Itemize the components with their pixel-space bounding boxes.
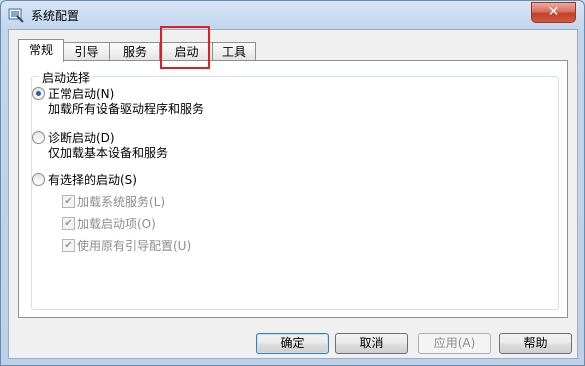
load-startup-items-checkbox[interactable]: ✔ xyxy=(62,217,75,230)
window-title: 系统配置 xyxy=(31,9,80,23)
tab-services[interactable]: 服务 xyxy=(109,42,161,61)
group-title: 启动选择 xyxy=(39,69,94,86)
selective-startup-label: 有选择的启动(S) xyxy=(48,173,137,187)
use-original-boot-config-checkbox[interactable]: ✔ xyxy=(62,239,75,252)
tab-tools[interactable]: 工具 xyxy=(212,42,256,61)
help-button[interactable]: 帮助 xyxy=(499,333,572,354)
cancel-button[interactable]: 取消 xyxy=(335,333,408,354)
startup-tab-highlight-box xyxy=(160,26,210,69)
load-startup-items-label: 加载启动项(O) xyxy=(77,217,156,231)
system-config-app-icon xyxy=(8,8,24,23)
general-tab-panel: 启动选择 正常启动(N) 加载所有设备驱动程序和服务 诊断启动(D) 仅加载基本… xyxy=(18,60,568,318)
system-config-window: 系统配置 ✕ 常规 引导 服务 启动 工具 启动选择 正常启动(N) 加载所有设… xyxy=(0,0,585,366)
diagnostic-startup-desc: 仅加载基本设备和服务 xyxy=(48,146,169,160)
diagnostic-startup-radio[interactable] xyxy=(32,131,45,144)
tab-general[interactable]: 常规 xyxy=(18,39,64,62)
close-icon: ✕ xyxy=(547,4,560,20)
apply-button[interactable]: 应用(A) xyxy=(418,333,491,354)
startup-selection-group: 启动选择 正常启动(N) 加载所有设备驱动程序和服务 诊断启动(D) 仅加载基本… xyxy=(31,69,559,310)
selective-startup-radio[interactable] xyxy=(32,173,45,186)
ok-button[interactable]: 确定 xyxy=(256,333,329,354)
normal-startup-desc: 加载所有设备驱动程序和服务 xyxy=(48,102,205,116)
use-original-boot-config-label: 使用原有引导配置(U) xyxy=(77,239,192,253)
title-bar[interactable]: 系统配置 ✕ xyxy=(1,1,584,29)
load-system-services-label: 加载系统服务(L) xyxy=(77,195,166,209)
close-button[interactable]: ✕ xyxy=(531,2,576,23)
tab-boot[interactable]: 引导 xyxy=(62,42,111,61)
normal-startup-radio[interactable] xyxy=(32,87,45,100)
dialog-client-area: 常规 引导 服务 启动 工具 启动选择 正常启动(N) 加载所有设备驱动程序和服… xyxy=(8,29,578,359)
load-system-services-checkbox[interactable]: ✔ xyxy=(62,195,75,208)
